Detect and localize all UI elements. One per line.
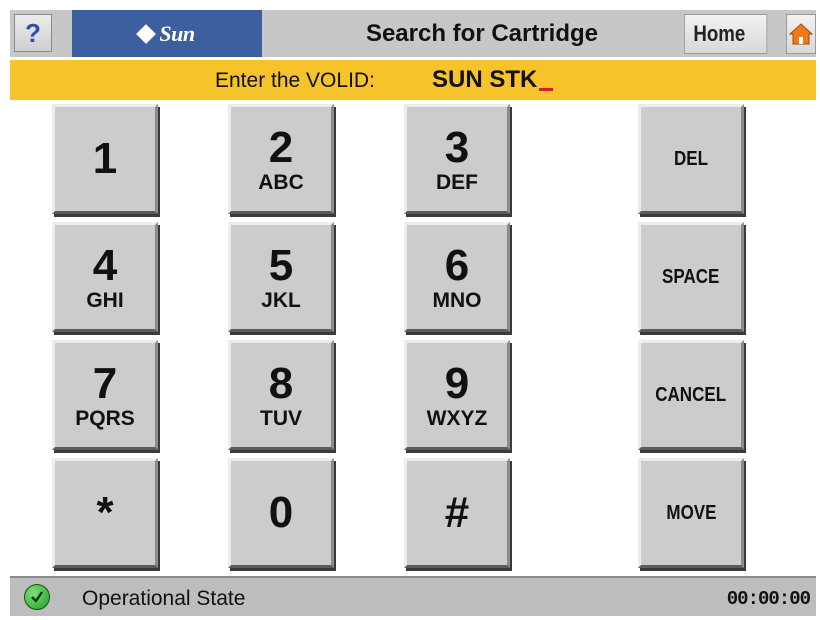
key-8[interactable]: 8 TUV	[228, 340, 334, 450]
status-text: Operational State	[82, 587, 246, 610]
key-star[interactable]: *	[52, 458, 158, 568]
house-icon[interactable]	[786, 14, 816, 54]
key-1[interactable]: 1	[52, 104, 158, 214]
key-7[interactable]: 7 PQRS	[52, 340, 158, 450]
space-button[interactable]: SPACE	[638, 222, 744, 332]
volid-label: Enter the VOLID:	[215, 69, 375, 92]
key-9[interactable]: 9 WXYZ	[404, 340, 510, 450]
key-6[interactable]: 6 MNO	[404, 222, 510, 332]
volid-input[interactable]: SUN STK	[432, 66, 554, 94]
key-hash[interactable]: #	[404, 458, 510, 568]
sun-logo: Sun	[72, 10, 262, 57]
status-bar: Operational State 00:00:00	[10, 576, 816, 616]
title-bar: ? Sun Search for Cartridge Home	[10, 10, 816, 57]
diamond-icon	[136, 23, 157, 44]
help-button[interactable]: ?	[14, 14, 52, 52]
move-button[interactable]: MOVE	[638, 458, 744, 568]
check-circle-icon	[24, 584, 50, 610]
del-button[interactable]: DEL	[638, 104, 744, 214]
home-button[interactable]: Home	[684, 14, 768, 54]
volid-entry-bar: Enter the VOLID: SUN STK	[10, 60, 816, 100]
clock: 00:00:00	[726, 588, 811, 610]
key-5[interactable]: 5 JKL	[228, 222, 334, 332]
page-title: Search for Cartridge	[365, 19, 599, 47]
key-2[interactable]: 2 ABC	[228, 104, 334, 214]
key-0[interactable]: 0	[228, 458, 334, 568]
key-3[interactable]: 3 DEF	[404, 104, 510, 214]
key-4[interactable]: 4 GHI	[52, 222, 158, 332]
cancel-button[interactable]: CANCEL	[638, 340, 744, 450]
text-cursor	[539, 88, 554, 91]
logo-text: Sun	[159, 20, 195, 46]
help-icon: ?	[25, 17, 41, 48]
volid-value: SUN STK	[432, 66, 538, 93]
